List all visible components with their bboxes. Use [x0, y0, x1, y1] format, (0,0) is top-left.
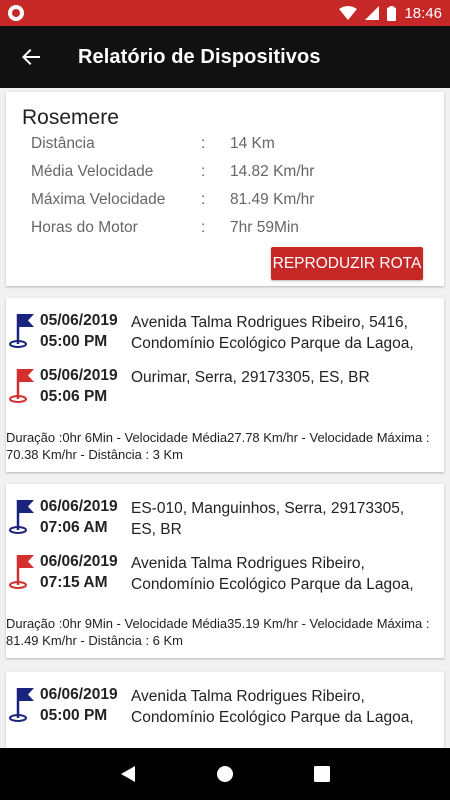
- clock: 18:46: [404, 4, 442, 22]
- trip-start-address: ES-010, Manguinhos, Serra, 29173305, ES,…: [131, 500, 405, 538]
- stat-separator: :: [201, 191, 206, 208]
- start-flag-icon: [9, 500, 34, 534]
- start-flag-icon: [9, 314, 34, 348]
- trip-start: 06/06/2019 07:06 AM ES-010, Manguinhos, …: [6, 496, 444, 540]
- trip-end-date: 05/06/2019: [40, 367, 118, 384]
- nav-back-button[interactable]: [108, 754, 148, 794]
- circle-home-icon: [216, 766, 233, 782]
- back-button[interactable]: [0, 26, 62, 88]
- stat-value: 7hr 59Min: [230, 219, 299, 236]
- screen-record-icon: [8, 5, 24, 21]
- start-flag-icon: [9, 688, 34, 722]
- trip-summary: Duração :0hr 9Min - Velocidade Média35.1…: [6, 616, 430, 648]
- device-name: Rosemere: [22, 106, 119, 129]
- trip-card[interactable]: 06/06/2019 05:00 PM Avenida Talma Rodrig…: [6, 672, 444, 748]
- trip-end-address: Avenida Talma Rodrigues Ribeiro, Condomí…: [131, 555, 414, 593]
- trip-start-date: 05/06/2019: [40, 312, 118, 329]
- trip-end-time: 05:06 PM: [40, 388, 108, 405]
- replay-route-button[interactable]: REPRODUZIR ROTA: [271, 247, 423, 280]
- stat-value: 14 Km: [230, 135, 275, 152]
- trip-start-time: 07:06 AM: [40, 519, 108, 536]
- trip-start-address: Avenida Talma Rodrigues Ribeiro, Condomí…: [131, 688, 414, 726]
- trip-start-time: 05:00 PM: [40, 333, 108, 350]
- system-nav-bar: [0, 748, 450, 800]
- stat-distance: Distância : 14 Km: [31, 135, 431, 155]
- page-title: Relatório de Dispositivos: [78, 45, 321, 68]
- trip-start: 05/06/2019 05:00 PM Avenida Talma Rodrig…: [6, 310, 444, 354]
- stat-max-speed: Máxima Velocidade : 81.49 Km/hr: [31, 191, 431, 211]
- nav-home-button[interactable]: [205, 754, 245, 794]
- stat-separator: :: [201, 219, 206, 236]
- stat-label: Horas do Motor: [31, 219, 138, 236]
- stat-average-speed: Média Velocidade : 14.82 Km/hr: [31, 163, 431, 183]
- stat-engine-hours: Horas do Motor : 7hr 59Min: [31, 219, 431, 239]
- stat-separator: :: [201, 163, 206, 180]
- trip-start-date: 06/06/2019: [40, 686, 118, 703]
- trip-start-date: 06/06/2019: [40, 498, 118, 515]
- stat-separator: :: [201, 135, 206, 152]
- trip-start-address: Avenida Talma Rodrigues Ribeiro, 5416, C…: [131, 314, 414, 352]
- stat-label: Distância: [31, 135, 95, 152]
- signal-icon: [365, 6, 380, 20]
- app-bar: Relatório de Dispositivos: [0, 26, 450, 88]
- trip-start-time: 05:00 PM: [40, 707, 108, 724]
- report-list[interactable]: Rosemere Distância : 14 Km Média Velocid…: [0, 88, 450, 748]
- trip-start: 06/06/2019 05:00 PM Avenida Talma Rodrig…: [6, 684, 444, 728]
- nav-recents-button[interactable]: [302, 754, 342, 794]
- stat-label: Média Velocidade: [31, 163, 154, 180]
- trip-end: 06/06/2019 07:15 AM Avenida Talma Rodrig…: [6, 551, 444, 595]
- stat-label: Máxima Velocidade: [31, 191, 166, 208]
- status-bar: 18:46: [0, 0, 450, 26]
- trip-card[interactable]: 05/06/2019 05:00 PM Avenida Talma Rodrig…: [6, 298, 444, 472]
- trip-card[interactable]: 06/06/2019 07:06 AM ES-010, Manguinhos, …: [6, 484, 444, 658]
- triangle-back-icon: [121, 766, 136, 782]
- stat-value: 14.82 Km/hr: [230, 163, 315, 180]
- stat-value: 81.49 Km/hr: [230, 191, 315, 208]
- wifi-icon: [339, 6, 358, 20]
- trip-end-time: 07:15 AM: [40, 574, 108, 591]
- trip-end: 05/06/2019 05:06 PM Ourimar, Serra, 2917…: [6, 365, 444, 409]
- trip-summary: Duração :0hr 6Min - Velocidade Média27.7…: [6, 430, 430, 462]
- square-recents-icon: [313, 766, 330, 782]
- battery-icon: [387, 5, 397, 21]
- trip-end-address: Ourimar, Serra, 29173305, ES, BR: [131, 369, 370, 386]
- end-flag-icon: [9, 555, 34, 589]
- arrow-back-icon: [22, 49, 40, 65]
- end-flag-icon: [9, 369, 34, 403]
- status-icons: 18:46: [339, 5, 442, 22]
- device-summary-card: Rosemere Distância : 14 Km Média Velocid…: [6, 92, 444, 286]
- trip-end-date: 06/06/2019: [40, 553, 118, 570]
